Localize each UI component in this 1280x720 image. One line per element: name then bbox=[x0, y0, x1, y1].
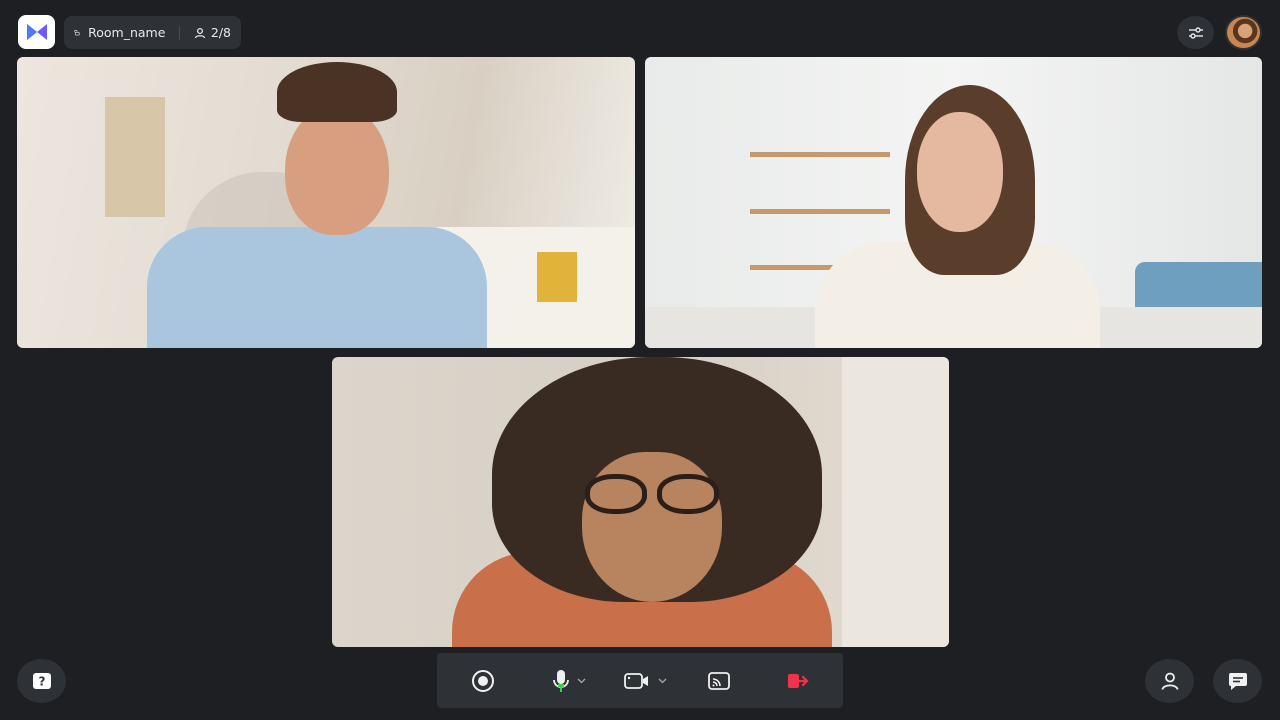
help-button[interactable]: ? bbox=[17, 659, 66, 703]
help-icon: ? bbox=[32, 673, 51, 689]
unlock-icon bbox=[74, 29, 80, 36]
sliders-icon bbox=[1188, 26, 1203, 39]
chevron-down-icon[interactable] bbox=[577, 678, 586, 684]
person-icon bbox=[194, 27, 206, 38]
settings-button[interactable] bbox=[1177, 16, 1214, 49]
video-tile-3[interactable] bbox=[332, 357, 949, 647]
room-info[interactable]: Room_name 2/8 bbox=[64, 16, 241, 49]
video-tile-1[interactable] bbox=[17, 57, 635, 348]
room-name: Room_name bbox=[88, 25, 166, 40]
camera-button[interactable] bbox=[619, 653, 671, 708]
record-icon bbox=[472, 669, 494, 692]
shelf bbox=[750, 152, 890, 157]
app-logo-icon bbox=[26, 24, 47, 40]
participant-count-text: 2/8 bbox=[210, 25, 231, 40]
leave-icon bbox=[788, 673, 809, 688]
doorframe bbox=[842, 357, 949, 647]
video-tile-2[interactable] bbox=[645, 57, 1262, 348]
glasses-left bbox=[585, 474, 647, 514]
chat-button[interactable] bbox=[1213, 659, 1262, 703]
glasses-right bbox=[657, 474, 719, 514]
cast-button[interactable] bbox=[703, 653, 735, 708]
participant-count: 2/8 bbox=[194, 25, 231, 40]
chevron-down-icon[interactable] bbox=[658, 678, 667, 684]
meeting-screen: Room_name 2/8 ? bbox=[0, 0, 1280, 720]
shelf-item bbox=[537, 252, 577, 302]
shelf bbox=[750, 209, 890, 214]
camera-icon bbox=[623, 672, 648, 689]
user-avatar[interactable] bbox=[1225, 15, 1262, 50]
people-icon bbox=[1161, 672, 1178, 690]
svg-text:?: ? bbox=[38, 675, 45, 689]
record-button[interactable] bbox=[465, 653, 501, 708]
person-hair bbox=[277, 62, 397, 122]
call-controls bbox=[437, 653, 843, 708]
participants-button[interactable] bbox=[1145, 659, 1194, 703]
cast-icon bbox=[708, 671, 730, 690]
chat-icon bbox=[1228, 672, 1247, 690]
app-logo[interactable] bbox=[18, 15, 55, 49]
mic-button[interactable] bbox=[541, 653, 597, 708]
microphone-icon bbox=[552, 669, 569, 692]
person-shirt bbox=[147, 227, 487, 348]
person-face bbox=[917, 112, 1003, 232]
wall-hanging bbox=[105, 97, 165, 217]
leave-button[interactable] bbox=[781, 653, 815, 708]
person-face bbox=[285, 105, 389, 235]
